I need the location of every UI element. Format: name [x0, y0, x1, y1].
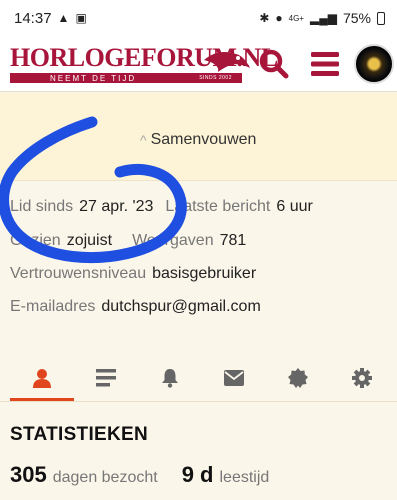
tab-summary[interactable]: [10, 355, 74, 401]
trust-value: basisgebruiker: [152, 265, 257, 282]
network-type: 4G+: [288, 13, 304, 23]
read-time-label: leestijd: [219, 469, 270, 486]
bluetooth-icon: ✱: [259, 11, 270, 25]
collapse-label: Samenvouwen: [150, 131, 257, 148]
signal-icon: ▂▄▆: [310, 11, 337, 25]
stats-title: STATISTIEKEN: [10, 424, 149, 445]
collapse-button[interactable]: ^ Samenvouwen: [140, 131, 256, 149]
battery-icon: [377, 11, 385, 25]
bird-logo-icon: [204, 52, 250, 72]
read-time-value: 9 d: [181, 462, 214, 487]
search-icon: [259, 49, 289, 79]
tab-badges[interactable]: [266, 355, 330, 401]
seen-label: Gezien: [10, 232, 61, 249]
profile-tabs: [10, 355, 397, 401]
tabs-divider: [0, 401, 397, 402]
days-visited-value: 305: [10, 462, 47, 487]
profile-icon: [33, 369, 51, 388]
views-value: 781: [219, 232, 247, 249]
views-label: Weergaven: [132, 232, 214, 249]
member-since-value: 27 apr. '23: [79, 198, 154, 215]
image-notification-icon: ▣: [75, 11, 87, 25]
status-bar: 14:37 ▲ ▣ ✱ ● 4G+ ▂▄▆ 75%: [0, 0, 397, 36]
gear-icon: [352, 368, 372, 388]
triangle-notification-icon: ▲: [57, 11, 70, 25]
tab-messages[interactable]: [202, 355, 266, 401]
tab-preferences[interactable]: [330, 355, 394, 401]
chevron-up-icon: ^: [140, 132, 147, 148]
email-value[interactable]: dutchspur@gmail.com: [101, 298, 260, 316]
tab-notifications[interactable]: [138, 355, 202, 401]
last-post-label: Laatste bericht: [165, 198, 271, 215]
logo-subtitle: NEEMT DE TIJD: [50, 73, 137, 83]
battery-percent: 75%: [342, 10, 371, 26]
email-row: E-mailadres dutchspur@gmail.com: [10, 298, 261, 316]
seen-value: zojuist: [66, 232, 113, 249]
trust-label: Vertrouwensniveau: [10, 265, 147, 282]
seen-row: Gezien zojuist Weergaven 781: [10, 232, 246, 250]
stats-row: 305 dagen bezocht 9 d leestijd: [10, 462, 269, 488]
last-post-value: 6 uur: [276, 198, 313, 215]
status-time: 14:37: [14, 9, 52, 27]
email-label: E-mailadres: [10, 298, 96, 315]
site-logo[interactable]: HORLOGEFORUM.NL NEEMT DE TIJD SINDS 2002: [10, 44, 278, 84]
hamburger-icon: [311, 52, 339, 76]
member-since-label: Lid sinds: [10, 198, 74, 215]
mail-icon: [224, 370, 244, 386]
list-icon: [96, 369, 116, 387]
menu-button[interactable]: [307, 46, 343, 82]
trust-row: Vertrouwensniveau basisgebruiker: [10, 265, 256, 283]
site-header: HORLOGEFORUM.NL NEEMT DE TIJD SINDS 2002: [0, 36, 397, 92]
days-visited-label: dagen bezocht: [52, 469, 158, 486]
bell-icon: [162, 369, 178, 388]
search-button[interactable]: [256, 46, 292, 82]
tab-activity[interactable]: [74, 355, 138, 401]
user-avatar[interactable]: [354, 44, 394, 84]
location-icon: ●: [275, 11, 283, 25]
member-since-row: Lid sinds 27 apr. '23 Laatste bericht 6 …: [10, 198, 313, 216]
badge-icon: [288, 368, 308, 388]
